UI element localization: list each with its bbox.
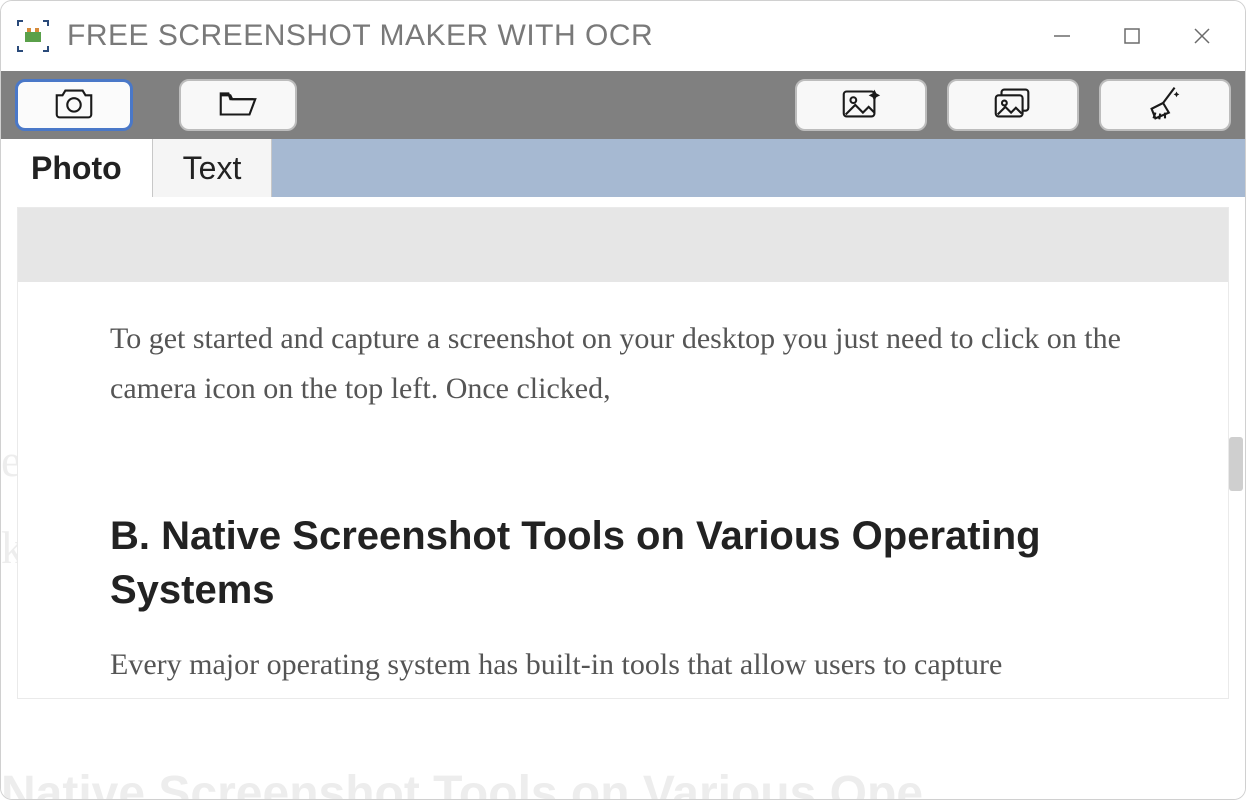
tab-photo[interactable]: Photo	[1, 139, 153, 197]
clear-button[interactable]	[1099, 79, 1231, 131]
close-button[interactable]	[1167, 6, 1237, 66]
capture-button[interactable]	[15, 79, 133, 131]
screenshot-preview-panel: To get started and capture a screenshot …	[17, 207, 1229, 699]
section-heading: B. Native Screenshot Tools on Various Op…	[110, 509, 1136, 617]
intro-paragraph: To get started and capture a screenshot …	[110, 314, 1136, 413]
save-images-button[interactable]	[947, 79, 1079, 131]
scrollbar-thumb[interactable]	[1229, 437, 1243, 491]
window-title: FREE SCREENSHOT MAKER WITH OCR	[67, 19, 1027, 53]
folder-open-icon	[215, 80, 261, 131]
background-ghost-heading: Native Screenshot Tools on Various Ope	[1, 766, 1245, 799]
image-sparkle-icon	[838, 80, 884, 131]
save-image-button[interactable]	[795, 79, 927, 131]
app-window: FREE SCREENSHOT MAKER WITH OCR	[0, 0, 1246, 800]
tab-text[interactable]: Text	[153, 139, 273, 197]
toolbar	[1, 71, 1245, 139]
app-icon	[13, 16, 53, 56]
images-stack-icon	[990, 80, 1036, 131]
broom-icon	[1142, 80, 1188, 131]
open-file-button[interactable]	[179, 79, 297, 131]
preview-body: To get started and capture a screenshot …	[18, 282, 1228, 699]
camera-icon	[51, 80, 97, 131]
maximize-button[interactable]	[1097, 6, 1167, 66]
minimize-button[interactable]	[1027, 6, 1097, 66]
title-bar: FREE SCREENSHOT MAKER WITH OCR	[1, 1, 1245, 71]
preview-header-strip	[18, 208, 1228, 282]
window-controls	[1027, 6, 1237, 66]
content-area: et started and capture a screenshot on y…	[1, 197, 1245, 799]
tab-strip: Photo Text	[1, 139, 1245, 197]
section-paragraph: Every major operating system has built-i…	[110, 641, 1136, 699]
